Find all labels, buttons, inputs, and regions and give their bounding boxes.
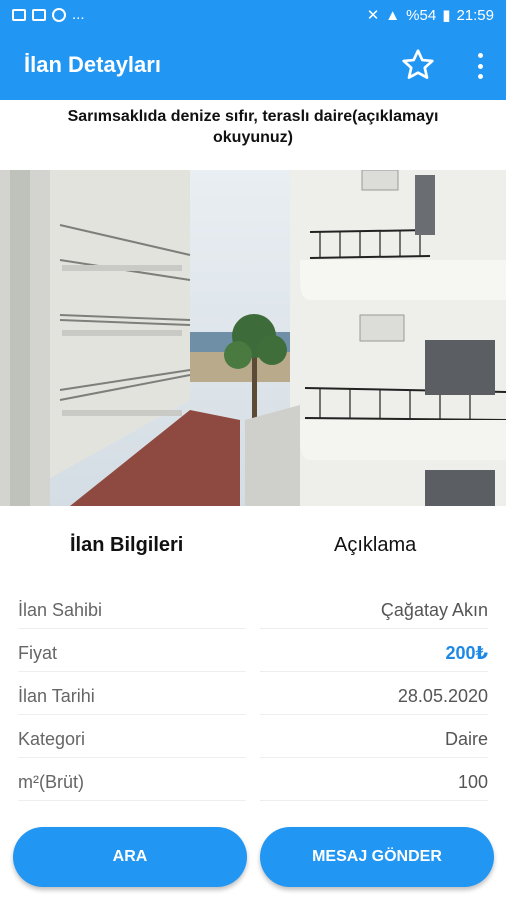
detail-row-area: m²(Brüt) 100 [0, 762, 506, 805]
call-button[interactable]: ARA [13, 827, 247, 887]
detail-key: İlan Sahibi [18, 600, 103, 620]
detail-tabs: İlan Bilgileri Açıklama [0, 506, 506, 584]
notification-icons: ... [12, 6, 85, 23]
send-message-button[interactable]: MESAJ GÖNDER [260, 827, 494, 887]
tab-aciklama[interactable]: Açıklama [334, 534, 416, 557]
detail-value: 28.05.2020 [397, 686, 488, 706]
detail-row-owner: İlan Sahibi Çağatay Akın [0, 590, 506, 633]
battery-icon: ▮ [442, 7, 451, 24]
price-value: 200₺ [445, 643, 488, 663]
image-notification-icon [12, 8, 26, 21]
listing-photo[interactable] [0, 170, 506, 506]
detail-key: m²(Brüt) [18, 772, 84, 792]
listing-headline: Sarımsaklıda denize sıfır, teraslı daire… [67, 108, 439, 146]
detail-value: Çağatay Akın [380, 600, 488, 620]
detail-key: Fiyat [18, 643, 58, 663]
detail-row-category: Kategori Daire [0, 719, 506, 762]
app-toolbar: İlan Detayları [0, 32, 506, 100]
battery-percent: %54 [406, 6, 437, 24]
detail-row-price: Fiyat 200₺ [0, 633, 506, 676]
detail-value: Daire [444, 729, 488, 749]
signal-icon: ▲ [385, 6, 401, 24]
tab-ilan-bilgileri[interactable]: İlan Bilgileri [70, 534, 183, 557]
mail-notification-icon [32, 8, 46, 21]
clock: 21:59 [456, 6, 494, 24]
mute-icon: ✕ [366, 7, 380, 24]
favorite-star-icon[interactable] [400, 47, 436, 83]
more-notifications-text: ... [72, 6, 85, 23]
detail-key: Kategori [18, 729, 86, 749]
status-bar: ... ✕ ▲ %54 ▮ 21:59 [0, 0, 506, 32]
overflow-menu-icon[interactable] [470, 50, 490, 82]
whatsapp-notification-icon [52, 7, 66, 22]
detail-value: 100 [457, 772, 488, 792]
system-status: ✕ ▲ %54 ▮ 21:59 [366, 6, 494, 25]
detail-row-date: İlan Tarihi 28.05.2020 [0, 676, 506, 719]
page-title: İlan Detayları [24, 52, 161, 77]
detail-key: İlan Tarihi [18, 686, 95, 706]
